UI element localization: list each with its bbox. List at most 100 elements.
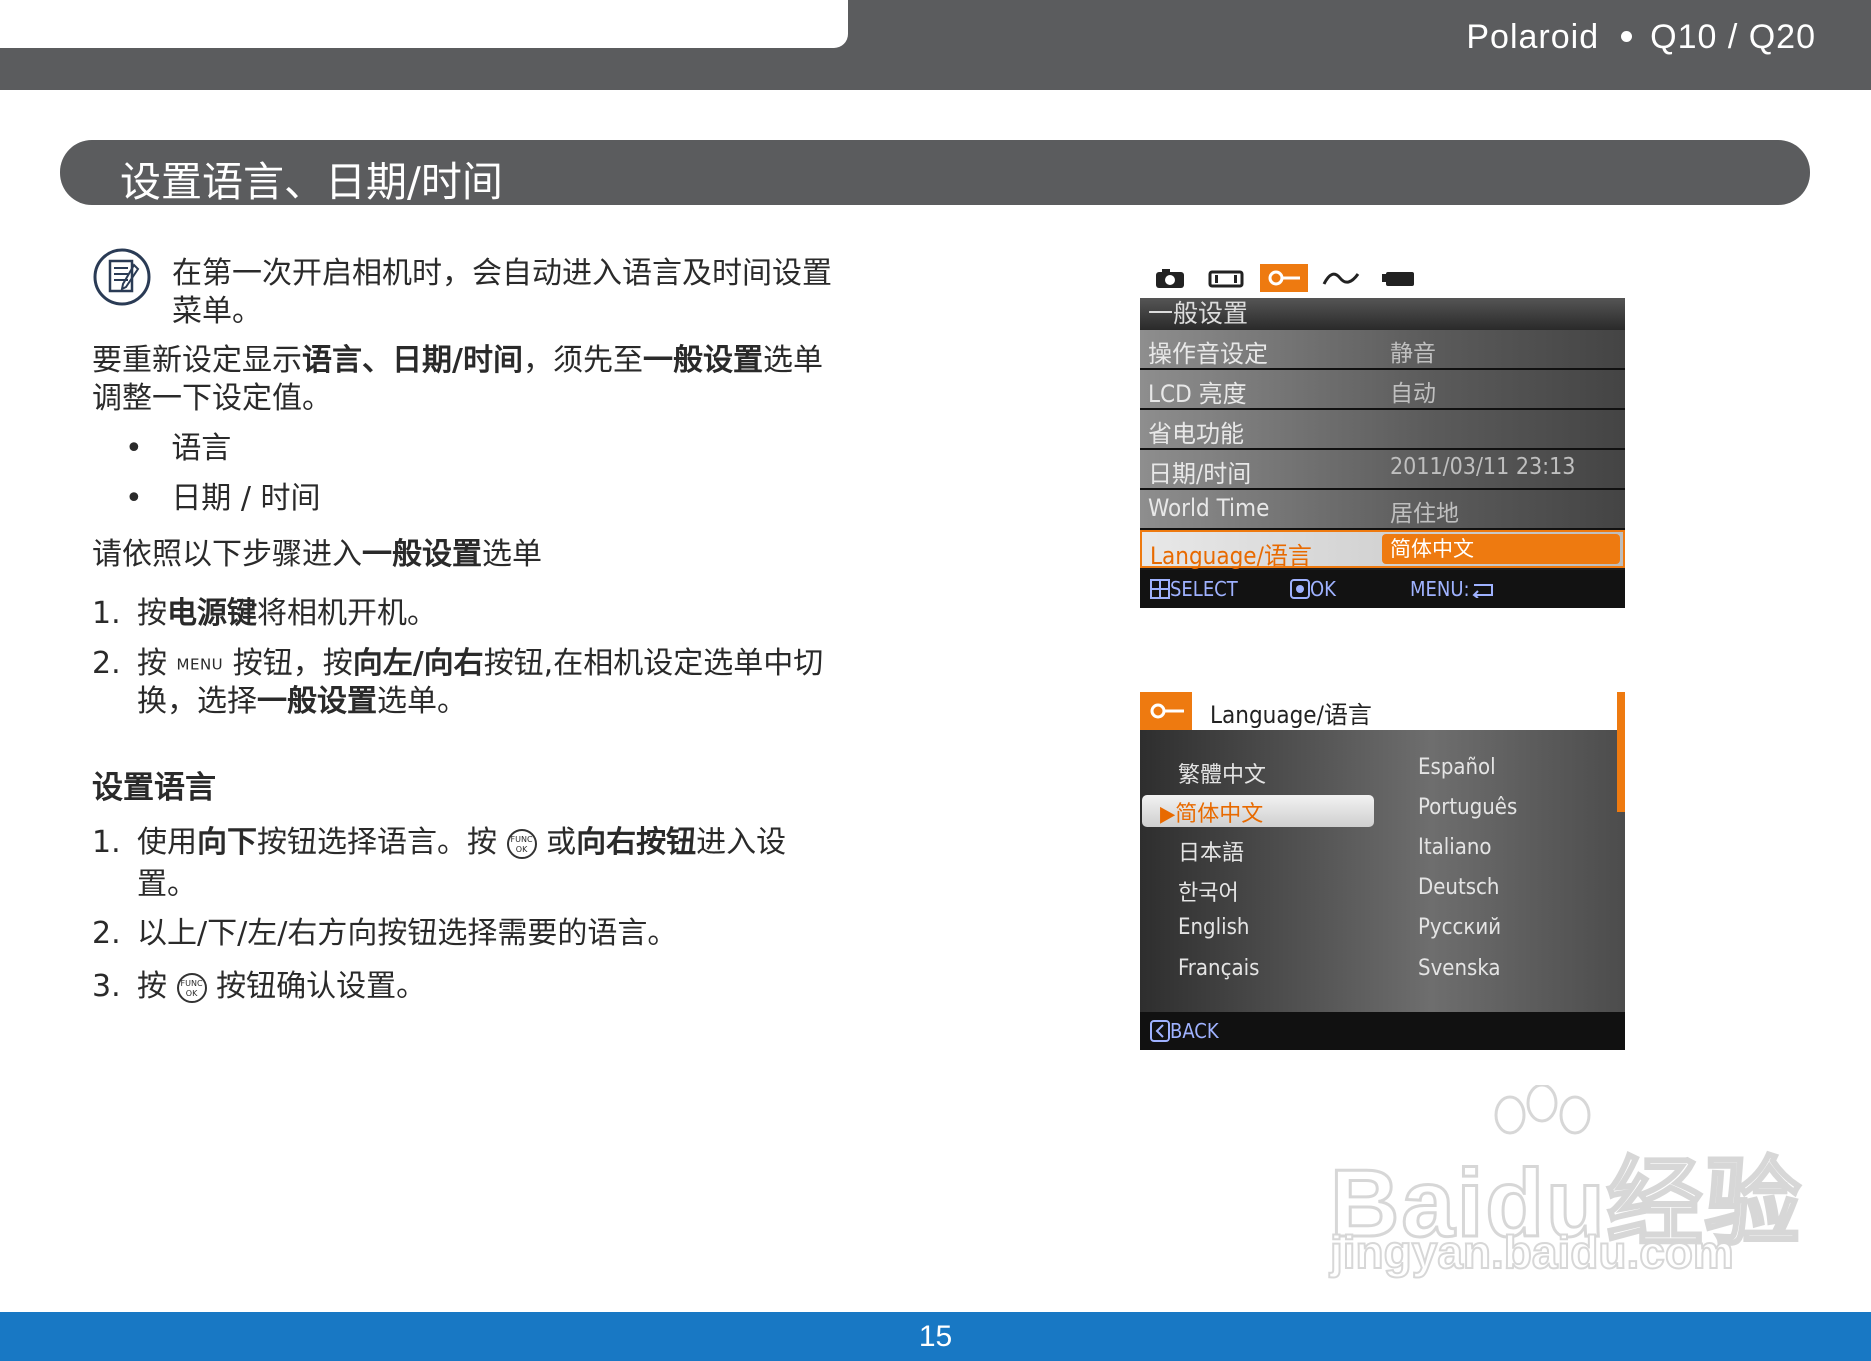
language-option[interactable]: English	[1178, 915, 1249, 940]
setting-value: 居住地	[1390, 501, 1459, 527]
language-option[interactable]: Italiano	[1418, 835, 1492, 860]
func-icon-bottom: OK	[185, 988, 198, 998]
language-option[interactable]: Svenska	[1418, 956, 1501, 981]
setting-label: 日期/时间	[1148, 460, 1252, 488]
intro-bold-general: 一般设置	[642, 343, 763, 378]
section-title: 设置语言、日期/时间	[120, 158, 503, 206]
playback-settings-icon	[1382, 272, 1414, 286]
setting-value: 简体中文	[1382, 534, 1620, 564]
setting-value: 静音	[1390, 341, 1436, 367]
menu-hint: MENU:	[1410, 577, 1496, 601]
step-text: 或	[546, 825, 577, 860]
intro-line-2: 调整一下设定值。	[92, 381, 332, 416]
step-1: 1. 按电源键将相机开机。	[92, 595, 437, 633]
wrench-settings-icon[interactable]	[1260, 264, 1308, 292]
language-option[interactable]: Español	[1418, 755, 1496, 780]
camera-footer: SELECT OK MENU:	[1140, 570, 1625, 608]
step-number: 1.	[92, 825, 121, 860]
steps-intro-text: 请依照以下步骤进入	[92, 537, 362, 572]
page-footer: 15	[0, 1312, 1871, 1361]
section-title-bar: 设置语言、日期/时间	[60, 140, 1810, 206]
step-text: 按钮，按	[232, 646, 353, 681]
lang-heading: 设置语言	[92, 770, 216, 806]
func-icon-top: FUNC	[510, 834, 533, 844]
language-title-bar: Language/语言	[1140, 692, 1625, 730]
intro-paragraph: 要重新设定显示语言、日期/时间，须先至一般设置选单	[92, 342, 823, 380]
step-text: 按	[137, 646, 167, 681]
func-ok-icon: FUNC OK	[176, 972, 207, 1003]
step-text: 按钮确认设置。	[216, 969, 427, 1004]
language-option[interactable]: Deutsch	[1418, 875, 1499, 900]
setting-row-lcd[interactable]: LCD 亮度 自动	[1140, 370, 1625, 410]
step-bold: 电源键	[167, 596, 257, 631]
back-hint[interactable]: BACK	[1150, 1019, 1219, 1043]
step-text: 按	[137, 969, 167, 1004]
brand-name: Polaroid	[1466, 18, 1600, 56]
step-text: 选单。	[377, 684, 467, 719]
language-option[interactable]: 한국어	[1178, 875, 1239, 907]
dpad-icon	[1150, 579, 1170, 599]
intro-bold-lang-date: 语言、日期/时间	[302, 343, 523, 378]
language-option[interactable]: 日本語	[1178, 835, 1244, 867]
step-text: 进入设	[696, 825, 787, 860]
step-2-cont: 换，选择一般设置选单。	[137, 683, 467, 721]
bullet-item: • 日期 / 时间	[125, 481, 321, 516]
camera-icon	[1156, 269, 1184, 288]
language-option[interactable]: Português	[1418, 795, 1517, 820]
step-number: 1.	[92, 596, 121, 631]
setting-row-language[interactable]: Language/语言 简体中文	[1140, 530, 1625, 570]
language-option[interactable]: Français	[1178, 956, 1259, 981]
back-label: BACK	[1170, 1019, 1219, 1043]
steps-intro-text: 选单	[482, 537, 542, 572]
watermark-sub: jingyan.baidu.com	[1329, 1225, 1735, 1279]
language-title: Language/语言	[1210, 701, 1372, 729]
camera-section-title: 一般设置	[1140, 298, 1625, 330]
language-option[interactable]: Русский	[1418, 915, 1501, 940]
back-arrow-icon	[1150, 1020, 1170, 1042]
step-text: 使用	[137, 825, 197, 860]
wrench-settings-icon	[1140, 692, 1192, 730]
setting-label: LCD 亮度	[1148, 380, 1247, 408]
camera-tab-bar	[1140, 260, 1625, 300]
return-icon	[1472, 584, 1493, 599]
lang-step-1: 1. 使用向下按钮选择语言。按 FUNC OK 或向右按钮进入设	[92, 824, 786, 862]
language-option[interactable]: 繁體中文	[1178, 757, 1266, 789]
note-icon	[93, 248, 151, 306]
step-text: 按钮,在相机设定选单中切	[483, 646, 824, 681]
selected-language-label: 简体中文	[1175, 802, 1264, 827]
page-number: 15	[918, 1320, 953, 1353]
select-label: SELECT	[1170, 577, 1238, 601]
setting-label: Language/语言	[1150, 542, 1312, 570]
step-2: 2. 按 MENU 按钮，按向左/向右按钮,在相机设定选单中切	[92, 645, 823, 684]
step-text: 换，选择	[137, 684, 257, 719]
select-hint: SELECT	[1150, 577, 1238, 601]
note-line-2: 菜单。	[172, 294, 262, 329]
header-tab	[0, 0, 848, 48]
setting-row-sound[interactable]: 操作音设定 静音	[1140, 330, 1625, 370]
setting-row-world-time[interactable]: World Time 居住地	[1140, 490, 1625, 530]
bullet-item: • 语言	[125, 431, 232, 466]
func-icon-top: FUNC	[180, 978, 203, 988]
setting-row-date-time[interactable]: 日期/时间 2011/03/11 23:13	[1140, 450, 1625, 490]
setting-value: 2011/03/11 23:13	[1390, 454, 1576, 480]
baidu-watermark: Baidu经验 jingyan.baidu.com	[1329, 1085, 1802, 1285]
steps-intro: 请依照以下步骤进入一般设置选单	[92, 536, 542, 574]
step-bold: 一般设置	[257, 684, 377, 719]
lang-step-3: 3. 按 FUNC OK 按钮确认设置。	[92, 968, 426, 1006]
setting-label: 省电功能	[1148, 420, 1244, 448]
display-icon	[1208, 270, 1244, 288]
brand-label: Polaroid Q10 / Q20	[1466, 18, 1816, 57]
ok-hint: OK	[1290, 577, 1336, 601]
step-number: 2.	[92, 916, 121, 951]
scroll-indicator	[1617, 692, 1625, 812]
setting-label: 操作音设定	[1148, 340, 1268, 368]
note-line-1: 在第一次开启相机时，会自动进入语言及时间设置	[172, 256, 832, 291]
step-bold: 向右按钮	[576, 825, 697, 860]
camera-footer: BACK	[1140, 1012, 1625, 1050]
setting-value: 自动	[1390, 381, 1436, 407]
language-option-selected[interactable]: ▶简体中文	[1160, 796, 1263, 828]
func-icon-bottom: OK	[515, 844, 528, 854]
curve-icon	[1322, 272, 1360, 285]
page-header: Polaroid Q10 / Q20	[0, 0, 1871, 90]
setting-row-power-save[interactable]: 省电功能	[1140, 410, 1625, 450]
